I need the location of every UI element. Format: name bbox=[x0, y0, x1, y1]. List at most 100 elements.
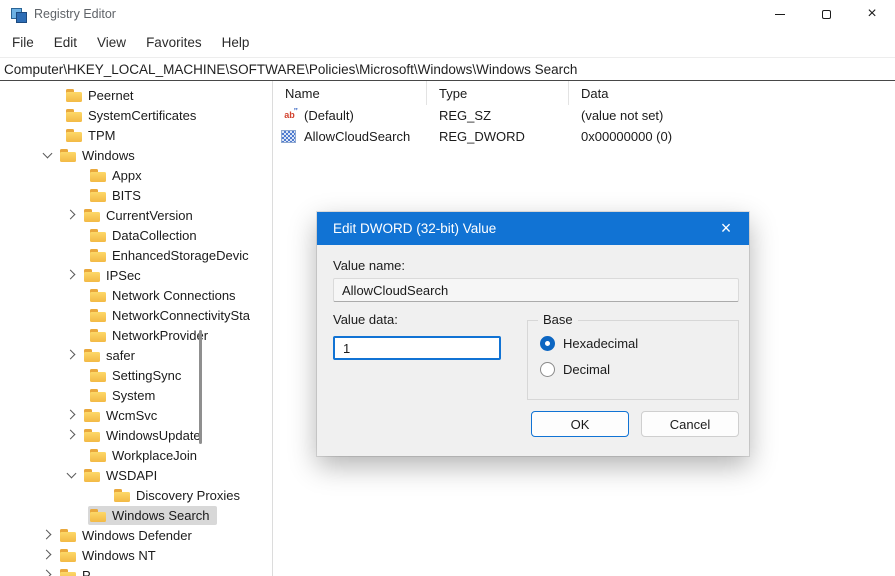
address-bar[interactable]: Computer\HKEY_LOCAL_MACHINE\SOFTWARE\Pol… bbox=[0, 58, 895, 81]
tree-item-settingsync[interactable]: SettingSync bbox=[0, 365, 272, 385]
tree-item-networkprovider[interactable]: NetworkProvider bbox=[0, 325, 272, 345]
chevron-spacer bbox=[62, 445, 88, 465]
folder-icon bbox=[60, 529, 76, 542]
window-title: Registry Editor bbox=[34, 7, 116, 21]
folder-icon bbox=[66, 129, 82, 142]
radio-selected-icon bbox=[540, 336, 555, 351]
value-data-input[interactable] bbox=[333, 336, 501, 360]
tree-item-wcmsvc[interactable]: WcmSvc bbox=[0, 405, 272, 425]
folder-icon bbox=[90, 309, 106, 322]
chevron-spacer bbox=[62, 185, 88, 205]
value-name-text: AllowCloudSearch bbox=[304, 129, 410, 144]
dialog-title: Edit DWORD (32-bit) Value bbox=[333, 221, 496, 236]
close-button[interactable]: × bbox=[849, 0, 895, 28]
tree-item-windows[interactable]: Windows bbox=[0, 145, 272, 165]
folder-icon bbox=[66, 109, 82, 122]
chevron-right-icon[interactable] bbox=[62, 405, 82, 425]
folder-icon bbox=[60, 149, 76, 162]
ok-button[interactable]: OK bbox=[531, 411, 629, 437]
folder-icon bbox=[90, 449, 106, 462]
chevron-right-icon[interactable] bbox=[62, 205, 82, 225]
tree-item-bits[interactable]: BITS bbox=[0, 185, 272, 205]
folder-icon bbox=[90, 169, 106, 182]
folder-icon bbox=[84, 469, 100, 482]
title-bar: Registry Editor × bbox=[0, 0, 895, 28]
cancel-button[interactable]: Cancel bbox=[641, 411, 739, 437]
tree-item-label: IPSec bbox=[106, 268, 141, 283]
tree-scrollbar-thumb[interactable] bbox=[199, 330, 202, 444]
folder-icon bbox=[60, 549, 76, 562]
column-header-name[interactable]: Name bbox=[273, 81, 427, 105]
tree-item-label: Windows Defender bbox=[82, 528, 192, 543]
chevron-right-icon[interactable] bbox=[62, 345, 82, 365]
tree-item-network-connections[interactable]: Network Connections bbox=[0, 285, 272, 305]
chevron-right-icon[interactable] bbox=[38, 565, 58, 576]
tree-item-system[interactable]: System bbox=[0, 385, 272, 405]
registry-icon bbox=[10, 6, 26, 22]
tree-item-content: Network Connections bbox=[88, 286, 243, 305]
dialog-title-bar[interactable]: Edit DWORD (32-bit) Value × bbox=[317, 212, 749, 245]
value-row-default[interactable]: ab(Default)REG_SZ(value not set) bbox=[273, 105, 895, 126]
tree-item-windowsupdate[interactable]: WindowsUpdate bbox=[0, 425, 272, 445]
maximize-button[interactable] bbox=[803, 0, 849, 28]
value-name-label: Value name: bbox=[333, 258, 405, 273]
tree-item-windows-defender[interactable]: Windows Defender bbox=[0, 525, 272, 545]
tree-item-content: TPM bbox=[64, 126, 122, 145]
minimize-icon bbox=[775, 14, 785, 15]
tree-item-enhancedstoragedevic[interactable]: EnhancedStorageDevic bbox=[0, 245, 272, 265]
column-header-type[interactable]: Type bbox=[427, 81, 569, 105]
tree-item-discovery-proxies[interactable]: Discovery Proxies bbox=[0, 485, 272, 505]
menu-favorites[interactable]: Favorites bbox=[136, 28, 212, 57]
value-row-allowcloudsearch[interactable]: AllowCloudSearchREG_DWORD0x00000000 (0) bbox=[273, 126, 895, 147]
tree-item-content: Peernet bbox=[64, 86, 141, 105]
tree-item-peernet[interactable]: Peernet bbox=[0, 85, 272, 105]
tree-item-networkconnectivitysta[interactable]: NetworkConnectivitySta bbox=[0, 305, 272, 325]
tree-item-wsdapi[interactable]: WSDAPI bbox=[0, 465, 272, 485]
tree-item-windows-search[interactable]: Windows Search bbox=[0, 505, 272, 525]
dialog-close-button[interactable]: × bbox=[703, 212, 749, 245]
chevron-right-icon[interactable] bbox=[38, 545, 58, 565]
chevron-spacer bbox=[62, 325, 88, 345]
tree-item-currentversion[interactable]: CurrentVersion bbox=[0, 205, 272, 225]
column-header-data[interactable]: Data bbox=[569, 81, 895, 105]
minimize-button[interactable] bbox=[757, 0, 803, 28]
value-name-input[interactable] bbox=[333, 278, 739, 302]
chevron-right-icon[interactable] bbox=[38, 525, 58, 545]
tree-item-systemcertificates[interactable]: SystemCertificates bbox=[0, 105, 272, 125]
tree-item-label: Peernet bbox=[88, 88, 134, 103]
folder-icon bbox=[90, 329, 106, 342]
folder-icon bbox=[90, 249, 106, 262]
folder-icon bbox=[84, 409, 100, 422]
window-controls: × bbox=[757, 0, 895, 28]
tree-item-appx[interactable]: Appx bbox=[0, 165, 272, 185]
value-name-text: (Default) bbox=[304, 108, 354, 123]
menu-edit[interactable]: Edit bbox=[44, 28, 87, 57]
chevron-spacer bbox=[62, 505, 88, 525]
radio-hexadecimal[interactable]: Hexadecimal bbox=[540, 336, 738, 351]
chevron-right-icon[interactable] bbox=[62, 265, 82, 285]
tree-pane: Peernet SystemCertificatesTPMWindowsAppxB… bbox=[0, 81, 273, 576]
radio-decimal[interactable]: Decimal bbox=[540, 362, 738, 377]
menu-view[interactable]: View bbox=[87, 28, 136, 57]
base-groupbox-label: Base bbox=[538, 312, 578, 327]
tree-item-label: System bbox=[112, 388, 155, 403]
tree-item-ipsec[interactable]: IPSec bbox=[0, 265, 272, 285]
chevron-right-icon[interactable] bbox=[62, 425, 82, 445]
folder-icon bbox=[84, 269, 100, 282]
menu-file[interactable]: File bbox=[2, 28, 44, 57]
chevron-down-icon[interactable] bbox=[62, 465, 82, 485]
value-name-cell: ab (Default) bbox=[273, 108, 427, 123]
tree-item-label: NetworkConnectivitySta bbox=[112, 308, 250, 323]
reg-sz-icon: ab bbox=[281, 109, 298, 122]
tree-item-p[interactable]: P bbox=[0, 565, 272, 576]
tree-item-workplacejoin[interactable]: WorkplaceJoin bbox=[0, 445, 272, 465]
tree-item-safer[interactable]: safer bbox=[0, 345, 272, 365]
menu-help[interactable]: Help bbox=[212, 28, 260, 57]
chevron-down-icon[interactable] bbox=[38, 145, 58, 165]
tree-item-windows-nt[interactable]: Windows NT bbox=[0, 545, 272, 565]
tree-item-tpm[interactable]: TPM bbox=[0, 125, 272, 145]
tree-item-label: safer bbox=[106, 348, 135, 363]
radio-label: Hexadecimal bbox=[563, 336, 638, 351]
edit-dword-dialog: Edit DWORD (32-bit) Value × Value name: … bbox=[317, 212, 749, 456]
tree-item-datacollection[interactable]: DataCollection bbox=[0, 225, 272, 245]
